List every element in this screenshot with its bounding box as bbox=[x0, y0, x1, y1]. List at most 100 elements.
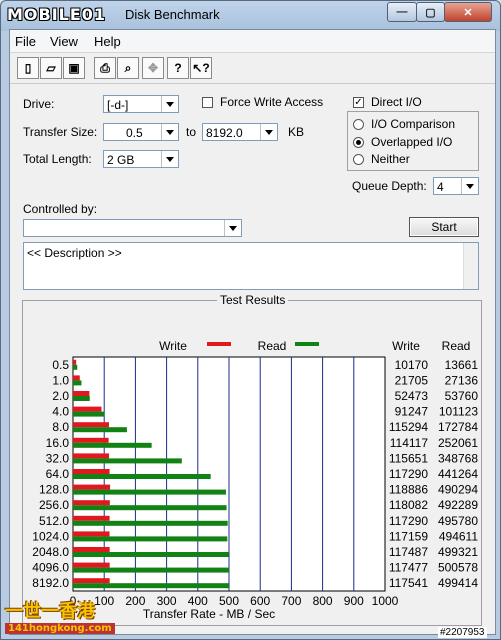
app-window: MOBILE01 Disk Benchmark — ▢ ✕ File View … bbox=[0, 0, 501, 640]
queue-depth-select[interactable]: 4 bbox=[433, 177, 479, 195]
x-tick-label: 400 bbox=[188, 594, 208, 608]
force-write-checkbox[interactable] bbox=[202, 97, 213, 108]
force-write-label: Force Write Access bbox=[220, 95, 324, 109]
read-value: 101123 bbox=[439, 405, 478, 419]
read-value: 492289 bbox=[438, 498, 478, 512]
read-bar bbox=[73, 380, 82, 386]
read-bar bbox=[73, 583, 229, 589]
legend-write-label: Write bbox=[159, 339, 187, 353]
kb-label: KB bbox=[288, 125, 305, 139]
read-value: 494611 bbox=[439, 529, 478, 543]
y-tick-label: 2.0 bbox=[52, 389, 69, 403]
transfer-to-value: 8192.0 bbox=[206, 126, 243, 140]
write-bar bbox=[73, 437, 109, 443]
y-tick-label: 256.0 bbox=[39, 498, 69, 512]
write-bar bbox=[73, 453, 110, 459]
queue-depth-value: 4 bbox=[437, 180, 444, 194]
queue-depth-label: Queue Depth: bbox=[352, 179, 427, 193]
close-button[interactable]: ✕ bbox=[444, 2, 492, 22]
x-tick-label: 1000 bbox=[372, 594, 399, 608]
write-value: 115651 bbox=[389, 451, 428, 465]
description-scrollbar[interactable] bbox=[463, 243, 478, 289]
read-value: 13661 bbox=[445, 358, 479, 372]
neither-radio[interactable] bbox=[353, 154, 364, 165]
transfer-size-label: Transfer Size: bbox=[23, 125, 98, 139]
toolbar: ▯ ▱ ▣ ⎙ ⌕ ✥ ? ↖? bbox=[10, 53, 495, 84]
context-help-icon[interactable]: ↖? bbox=[190, 57, 212, 79]
app-logo: MOBILE01 bbox=[7, 4, 107, 24]
x-tick-label: 600 bbox=[250, 594, 270, 608]
window-title: Disk Benchmark bbox=[125, 7, 220, 22]
read-bar bbox=[73, 442, 152, 448]
start-button[interactable]: Start bbox=[409, 217, 479, 237]
maximize-button[interactable]: ▢ bbox=[416, 2, 445, 22]
read-value: 53760 bbox=[445, 389, 479, 403]
read-bar bbox=[73, 520, 228, 526]
print-preview-icon[interactable]: ⌕ bbox=[117, 57, 139, 79]
description-text: << Description >> bbox=[27, 246, 122, 260]
write-value: 117487 bbox=[389, 545, 428, 559]
menu-file[interactable]: File bbox=[15, 34, 36, 49]
description-textarea[interactable]: << Description >> bbox=[23, 242, 479, 290]
watermark-badge: #2207953 bbox=[438, 627, 487, 638]
menu-help[interactable]: Help bbox=[94, 34, 121, 49]
read-bar bbox=[73, 396, 90, 401]
total-length-select[interactable]: 2 GB bbox=[103, 150, 179, 168]
x-tick-label: 500 bbox=[219, 594, 239, 608]
total-length-label: Total Length: bbox=[23, 152, 92, 166]
chevron-down-icon bbox=[161, 151, 178, 167]
write-value: 117541 bbox=[389, 576, 428, 590]
chevron-down-icon bbox=[461, 178, 478, 194]
open-folder-icon[interactable]: ▱ bbox=[40, 57, 62, 79]
read-value: 27136 bbox=[445, 373, 479, 387]
drive-label: Drive: bbox=[23, 97, 55, 111]
controlled-by-select[interactable] bbox=[23, 219, 242, 237]
read-bar bbox=[73, 364, 78, 370]
write-value: 118886 bbox=[389, 483, 428, 497]
chevron-down-icon bbox=[161, 124, 178, 140]
y-tick-label: 32.0 bbox=[46, 451, 70, 465]
transfer-size-to-select[interactable]: 8192.0 bbox=[202, 123, 278, 141]
x-tick-label: 300 bbox=[157, 594, 177, 608]
new-file-icon[interactable]: ▯ bbox=[17, 57, 39, 79]
overlapped-io-label: Overlapped I/O bbox=[371, 135, 453, 149]
direct-io-checkbox[interactable]: ✓ bbox=[353, 97, 364, 108]
read-value: 499321 bbox=[438, 545, 478, 559]
read-value: 348768 bbox=[438, 451, 478, 465]
save-icon[interactable]: ▣ bbox=[63, 57, 85, 79]
read-value: 252061 bbox=[438, 436, 478, 450]
help-icon[interactable]: ? bbox=[167, 57, 189, 79]
write-bar bbox=[73, 547, 110, 552]
read-bar bbox=[73, 489, 226, 495]
y-tick-label: 2048.0 bbox=[32, 545, 69, 559]
read-value: 441264 bbox=[438, 467, 478, 481]
watermark-logo: 一世一香港 141hongkong.com bbox=[5, 597, 115, 634]
write-bar bbox=[73, 500, 110, 506]
benchmark-chart: Write Read Write Read0 100 200 300 400 500 600 700… bbox=[32, 339, 479, 621]
read-value: 499414 bbox=[438, 576, 478, 590]
move-icon[interactable]: ✥ bbox=[142, 57, 164, 79]
write-value: 115294 bbox=[389, 420, 428, 434]
y-tick-label: 1024.0 bbox=[32, 529, 69, 543]
io-comparison-radio[interactable] bbox=[353, 119, 364, 130]
read-bar bbox=[73, 567, 230, 573]
watermark-line2: 141hongkong.com bbox=[5, 623, 115, 634]
write-bar bbox=[73, 391, 90, 396]
write-value: 21705 bbox=[395, 373, 429, 387]
drive-select[interactable]: [-d-] bbox=[103, 95, 179, 113]
write-value: 118082 bbox=[389, 498, 428, 512]
menu-bar: File View Help bbox=[10, 30, 495, 53]
menu-view[interactable]: View bbox=[50, 34, 78, 49]
print-icon[interactable]: ⎙ bbox=[94, 57, 116, 79]
client-area: File View Help ▯ ▱ ▣ ⎙ ⌕ ✥ ? ↖? Drive: [… bbox=[9, 29, 496, 635]
title-bar[interactable]: MOBILE01 Disk Benchmark — ▢ ✕ bbox=[1, 1, 501, 29]
overlapped-io-radio[interactable] bbox=[353, 137, 364, 148]
minimize-button[interactable]: — bbox=[387, 2, 417, 22]
x-tick-label: 200 bbox=[125, 594, 145, 608]
write-bar bbox=[73, 484, 111, 490]
legend-read-label: Read bbox=[258, 339, 287, 353]
transfer-size-from-select[interactable]: 0.5 bbox=[103, 123, 179, 141]
write-bar bbox=[73, 562, 110, 568]
write-value: 114117 bbox=[390, 436, 429, 450]
legend-read-swatch bbox=[295, 342, 319, 346]
